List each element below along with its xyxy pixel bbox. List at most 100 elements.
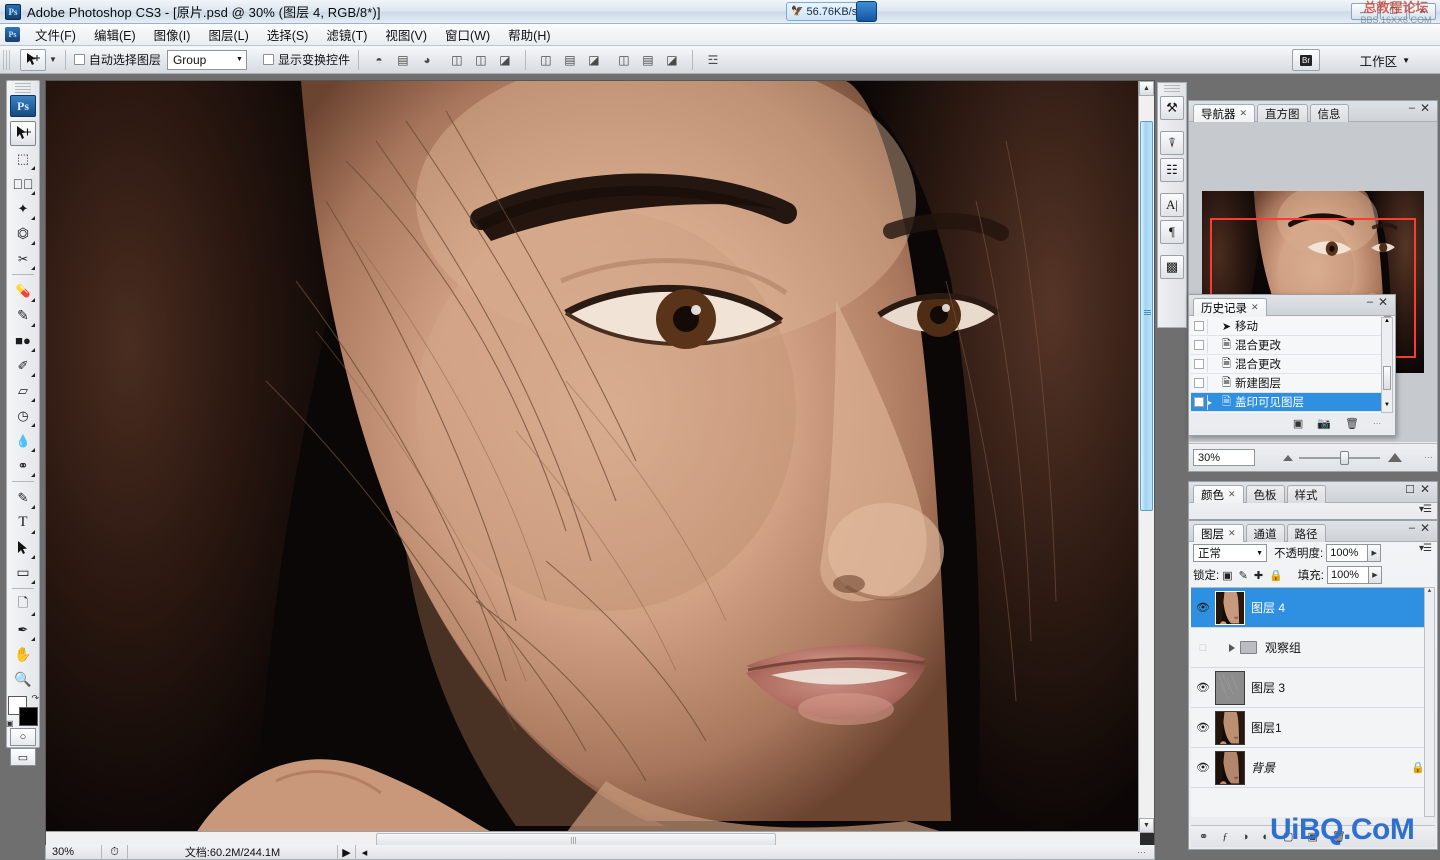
close-button[interactable]: ✕	[1409, 3, 1436, 20]
history-scroll-thumb[interactable]	[1383, 366, 1391, 390]
lock-position-icon[interactable]: ✚	[1254, 569, 1263, 582]
lasso-tool[interactable]: ❰⃝	[10, 171, 36, 196]
tab-histogram[interactable]: 直方图	[1257, 104, 1308, 122]
minimize-button[interactable]: —	[1351, 3, 1378, 20]
swap-colors-icon[interactable]: ↷	[31, 693, 39, 704]
auto-align-layers-icon[interactable]: ☲	[703, 50, 723, 70]
opacity-field[interactable]: 100%	[1326, 544, 1369, 562]
bridge-button[interactable]: Br	[1292, 49, 1320, 71]
scroll-up-arrow-icon[interactable]: ▲	[1425, 588, 1434, 598]
tool-preset-chevron-down-icon[interactable]: ▼	[49, 55, 57, 64]
history-brush-tool[interactable]: ✐	[10, 353, 36, 378]
history-snapshot-checkbox[interactable]	[1191, 318, 1208, 334]
close-icon[interactable]: ✕	[1420, 482, 1430, 496]
menu-image[interactable]: 图像(I)	[145, 23, 200, 46]
layer-visibility-icon[interactable]: 👁	[1191, 761, 1215, 774]
minimize-icon[interactable]: –	[1367, 296, 1373, 308]
menu-layer[interactable]: 图层(L)	[199, 23, 257, 46]
lock-image-icon[interactable]: ✎	[1239, 569, 1248, 582]
options-bar-grip[interactable]	[3, 49, 12, 70]
zoom-in-icon[interactable]	[1388, 453, 1402, 462]
new-snapshot-icon[interactable]: 📷	[1317, 417, 1331, 430]
layer-visibility-icon[interactable]: 👁	[1191, 681, 1215, 694]
dodge-tool[interactable]: ⚭	[10, 453, 36, 478]
show-transform-checkbox[interactable]	[262, 54, 274, 65]
eraser-tool[interactable]: ▱	[10, 378, 36, 403]
layers-list[interactable]: 👁 图层 4 □ 观察组 👁 图层 3 👁 图层1 👁 背景 🔒	[1191, 587, 1435, 817]
scroll-up-arrow-icon[interactable]: ▲	[1139, 81, 1154, 96]
close-icon[interactable]: ✕	[1251, 302, 1259, 313]
delete-state-icon[interactable]: 🗑	[1345, 417, 1359, 430]
menu-file[interactable]: 文件(F)	[26, 23, 85, 46]
history-snapshot-checkbox[interactable]	[1191, 375, 1208, 391]
move-tool-icon[interactable]	[20, 48, 46, 71]
link-layers-icon[interactable]: ⚭	[1199, 830, 1208, 843]
status-left-arrow-icon[interactable]: ◂	[355, 844, 373, 860]
layer-mask-icon[interactable]: ◑	[1242, 831, 1249, 843]
type-tool[interactable]: T	[10, 510, 36, 535]
tab-navigator[interactable]: 导航器 ✕	[1193, 104, 1256, 122]
crop-tool[interactable]: ⏣	[10, 221, 36, 246]
quick-mask-icon[interactable]: ○	[10, 728, 36, 746]
pen-tool[interactable]: ✎	[10, 485, 36, 510]
history-state-row[interactable]: 🗎 混合更改	[1191, 355, 1383, 374]
blur-tool[interactable]: 💧	[10, 428, 36, 453]
paragraph-icon[interactable]: ¶	[1160, 220, 1184, 244]
align-right-edges-icon[interactable]: ◪	[495, 50, 515, 70]
blend-mode-dropdown[interactable]: 正常 ▼	[1193, 544, 1267, 562]
character-icon[interactable]: A|	[1160, 193, 1184, 217]
brushes-icon[interactable]: ⍒	[1160, 131, 1184, 155]
zoom-tool[interactable]: 🔍	[10, 667, 36, 692]
align-bottom-edges-icon[interactable]: ◕	[417, 50, 437, 70]
align-top-edges-icon[interactable]: ◓	[369, 50, 389, 70]
menu-filter[interactable]: 滤镜(T)	[317, 23, 376, 46]
zoom-slider-knob[interactable]	[1339, 450, 1349, 465]
new-document-from-state-icon[interactable]: ▣	[1293, 417, 1303, 430]
path-selection-tool[interactable]	[10, 535, 36, 560]
minimize-icon[interactable]: –	[1409, 102, 1415, 114]
restore-icon[interactable]: ☐	[1405, 483, 1415, 496]
hand-tool[interactable]: ✋	[10, 642, 36, 667]
brush-tool[interactable]: ✎	[10, 303, 36, 328]
zoom-out-icon[interactable]	[1283, 454, 1293, 461]
auto-select-checkbox[interactable]	[73, 54, 85, 65]
tab-swatches[interactable]: 色板	[1245, 485, 1285, 503]
distribute-right-icon[interactable]: ◪	[662, 50, 682, 70]
network-speed-widget[interactable]: 🦅 56.76KB/s	[786, 2, 863, 21]
clone-stamp-tool[interactable]: ■●	[10, 328, 36, 353]
fill-stepper[interactable]: ▶	[1368, 566, 1382, 584]
resize-grip[interactable]: ⋯	[1373, 419, 1381, 428]
scroll-down-arrow-icon[interactable]: ▼	[1139, 818, 1154, 833]
layer-visibility-icon[interactable]: 👁	[1191, 721, 1215, 734]
menu-edit[interactable]: 编辑(E)	[85, 23, 145, 46]
vertical-scroll-thumb[interactable]	[1140, 121, 1153, 511]
layer-style-icon[interactable]: ƒ	[1222, 831, 1228, 843]
lightning-icon[interactable]: lightning-icon	[856, 1, 877, 22]
close-icon[interactable]: ✕	[1240, 108, 1248, 119]
menu-window[interactable]: 窗口(W)	[436, 23, 499, 46]
chevron-right-icon[interactable]	[1229, 643, 1235, 652]
layers-scrollbar[interactable]: ▲	[1424, 587, 1435, 817]
layer-visibility-icon[interactable]: □	[1191, 642, 1215, 654]
healing-brush-tool[interactable]: 💊	[10, 278, 36, 303]
screen-mode-icon[interactable]: ▭	[10, 748, 36, 766]
fill-field[interactable]: 100%	[1326, 566, 1369, 584]
distribute-top-icon[interactable]: ◫	[536, 50, 556, 70]
distribute-hcenter-icon[interactable]: ▤	[638, 50, 658, 70]
layer-row-selected[interactable]: 👁 图层 4	[1191, 588, 1435, 628]
distribute-vcenter-icon[interactable]: ▤	[560, 50, 580, 70]
rectangle-tool[interactable]: ▭	[10, 560, 36, 585]
history-scrollbar[interactable]: ▲ ▼	[1381, 317, 1393, 413]
menu-app-icon[interactable]: Ps	[5, 27, 20, 42]
menu-select[interactable]: 选择(S)	[258, 23, 318, 46]
history-state-row-selected[interactable]: ▸ 🗎 盖印可见图层	[1191, 393, 1383, 412]
tab-layers[interactable]: 图层 ✕	[1193, 524, 1244, 542]
notes-tool[interactable]: 🗋	[10, 592, 36, 617]
lock-all-icon[interactable]: 🔒	[1269, 569, 1283, 582]
lock-transparency-icon[interactable]: ▣	[1222, 569, 1232, 582]
canvas-vertical-scrollbar[interactable]: ▲ ▼	[1138, 81, 1154, 833]
clone-source-icon[interactable]: ☷	[1160, 158, 1184, 182]
history-snapshot-checkbox[interactable]	[1191, 337, 1208, 353]
tab-color[interactable]: 颜色 ✕	[1193, 485, 1244, 503]
close-icon[interactable]: ✕	[1420, 521, 1430, 535]
